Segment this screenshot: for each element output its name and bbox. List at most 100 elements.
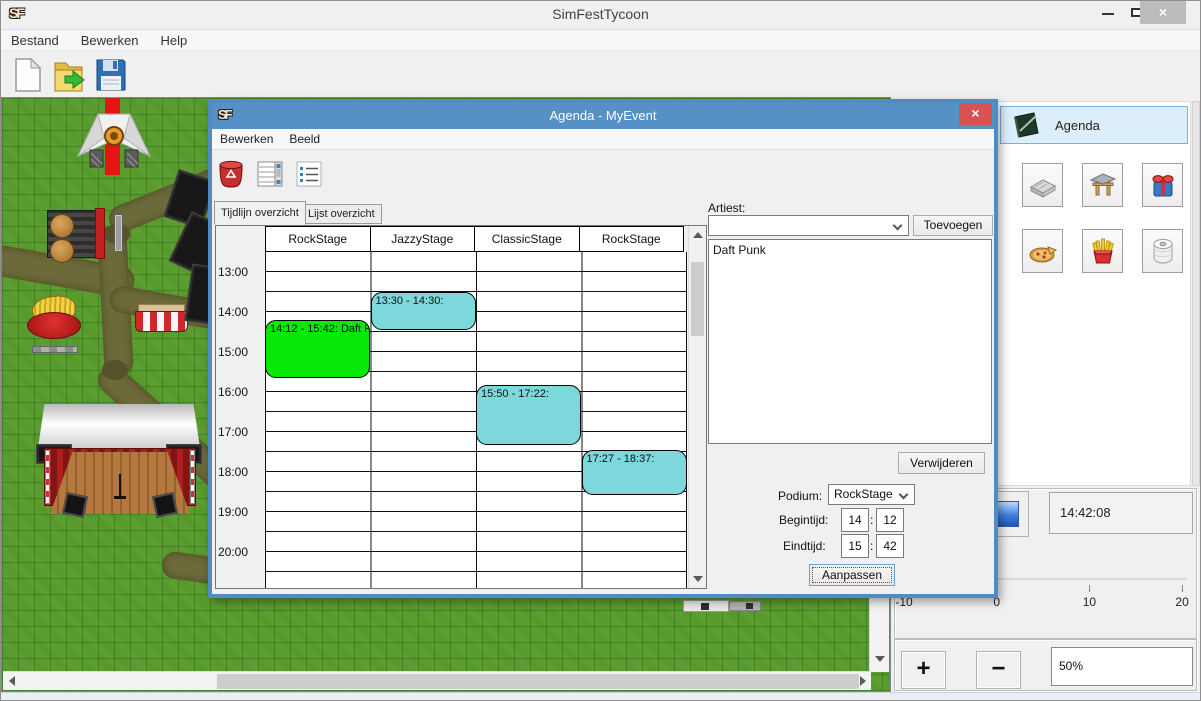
menu-bestand[interactable]: Bestand [11, 33, 59, 48]
close-button[interactable]: × [1140, 1, 1186, 24]
open-folder-icon [51, 56, 87, 94]
shop-panel: Agenda [995, 101, 1191, 486]
pizza-icon [1028, 236, 1058, 266]
time-colon: : [870, 513, 873, 527]
scroll-down-icon[interactable] [693, 576, 703, 582]
shop-item-pizza[interactable] [1022, 229, 1063, 273]
fries-icon [1088, 236, 1118, 266]
dialog-title: Agenda - MyEvent [212, 108, 994, 123]
menu-help[interactable]: Help [161, 33, 188, 48]
pallet [32, 346, 78, 353]
map-vehicle [701, 603, 709, 610]
new-file-button[interactable] [9, 56, 45, 94]
path-junction [102, 360, 128, 380]
scroll-left-icon[interactable] [9, 676, 15, 686]
delete-button[interactable] [216, 159, 246, 189]
timetable-scrollbar[interactable] [688, 226, 706, 588]
title-bar[interactable]: SF SimFestTycoon × [1, 1, 1200, 29]
menu-bar: Bestand Bewerken Help [1, 29, 1200, 51]
minimize-button[interactable] [1102, 13, 1114, 15]
artist-listbox[interactable]: Daft Punk [708, 239, 992, 444]
agenda-event[interactable]: 15:50 - 17:22: [476, 385, 581, 444]
zoom-out-button[interactable]: − [976, 651, 1021, 689]
artist-list-item[interactable]: Daft Punk [709, 240, 991, 257]
list-view-button[interactable] [294, 159, 324, 189]
time-gutter: 13:0014:0015:0016:0017:0018:0019:0020:00 [216, 226, 265, 588]
dialog-menu-bewerken[interactable]: Bewerken [220, 132, 273, 146]
zoom-level-field[interactable]: 50% [1051, 647, 1193, 686]
tent[interactable] [74, 110, 154, 172]
new-file-icon [9, 56, 45, 94]
stage-monitor [152, 492, 178, 518]
agenda-event[interactable]: 13:30 - 14:30: [371, 292, 476, 330]
apply-button[interactable]: Aanpassen [809, 564, 895, 586]
app-title: SimFestTycoon [1, 6, 1200, 22]
shop-item-fries[interactable] [1082, 229, 1123, 273]
zoom-in-button[interactable]: + [901, 651, 946, 689]
scrollbar-thumb[interactable] [217, 674, 859, 689]
tab-timeline-overview[interactable]: Tijdlijn overzicht [214, 201, 306, 225]
save-button[interactable] [93, 56, 129, 94]
scroll-right-icon[interactable] [860, 676, 866, 686]
end-hour-field[interactable]: 15 [841, 534, 869, 558]
map-vehicle [729, 601, 761, 611]
dialog-menu-beeld[interactable]: Beeld [289, 132, 320, 146]
stage-gate-icon [1088, 170, 1118, 200]
scroll-down-icon[interactable] [875, 656, 885, 662]
app-window: SF SimFestTycoon × Bestand Bewerken Help [0, 0, 1201, 701]
dialog-close-button[interactable]: × [959, 103, 992, 125]
microphone-stand [119, 474, 121, 496]
begin-minute-field[interactable]: 12 [876, 508, 904, 532]
artist-dropdown[interactable] [708, 215, 909, 236]
dialog-toolbar [212, 150, 994, 194]
timetable-body[interactable]: 14:12 - 15:42: Daft P13:30 - 14:30: 15:50… [265, 252, 687, 588]
tab-list-overview[interactable]: Lijst overzicht [301, 204, 382, 224]
panel-scrollbar[interactable] [1192, 101, 1200, 486]
end-time-label: Eindtijd: [783, 539, 826, 553]
open-file-button[interactable] [51, 56, 87, 94]
agenda-dialog: SF Agenda - MyEvent × Bewerken Beeld [208, 99, 998, 598]
shop-item-gift[interactable] [1142, 163, 1183, 207]
podium-value: RockStage [834, 487, 893, 501]
stage-roof [38, 404, 200, 448]
end-minute-field[interactable]: 42 [876, 534, 904, 558]
stage-pole [45, 450, 50, 504]
artist-label: Artiest: [708, 201, 745, 215]
column-header: RockStage [265, 226, 371, 252]
begin-time-label: Begintijd: [779, 513, 828, 527]
dialog-title-bar[interactable]: SF Agenda - MyEvent × [212, 103, 994, 129]
time-label: 18:00 [218, 465, 262, 479]
timeline-view-icon [255, 159, 285, 189]
road-tile-icon [1028, 170, 1058, 200]
slider-tick-label: 20 [1175, 595, 1188, 609]
scrollbar-thumb[interactable] [691, 262, 704, 336]
add-artist-button[interactable]: Toevoegen [913, 215, 993, 236]
timeline-view-button[interactable] [255, 159, 285, 189]
map-vehicle [746, 603, 753, 609]
map-horizontal-scrollbar[interactable] [3, 671, 871, 690]
agenda-event[interactable]: 14:12 - 15:42: Daft P [265, 320, 370, 378]
time-label: 19:00 [218, 505, 262, 519]
begin-hour-field[interactable]: 14 [841, 508, 869, 532]
stage-monitor [62, 492, 88, 518]
agenda-button[interactable]: Agenda [1000, 106, 1188, 144]
shop-item-stage-gate[interactable] [1082, 163, 1123, 207]
timetable-header: RockStageJazzyStageClassicStageRockStage [265, 226, 688, 252]
scroll-up-icon[interactable] [693, 232, 703, 238]
menu-bewerken[interactable]: Bewerken [81, 33, 139, 48]
shop-item-road-tile[interactable] [1022, 163, 1063, 207]
time-colon: : [870, 539, 873, 553]
time-label: 14:00 [218, 305, 262, 319]
podium-dropdown[interactable]: RockStage [828, 484, 915, 505]
chevron-down-icon [899, 490, 909, 500]
shop-item-toilet-paper[interactable] [1142, 229, 1183, 273]
side-table [114, 214, 123, 252]
trash-icon [216, 159, 246, 189]
dialog-menu-bar: Bewerken Beeld [212, 129, 994, 150]
agenda-event[interactable]: 17:27 - 18:37: [582, 450, 687, 495]
striped-stall[interactable] [135, 311, 188, 332]
fries-stand[interactable] [27, 312, 81, 339]
remove-artist-button[interactable]: Verwijderen [898, 452, 985, 474]
column-header: JazzyStage [370, 226, 476, 252]
window-bottom-edge [1, 692, 1200, 701]
